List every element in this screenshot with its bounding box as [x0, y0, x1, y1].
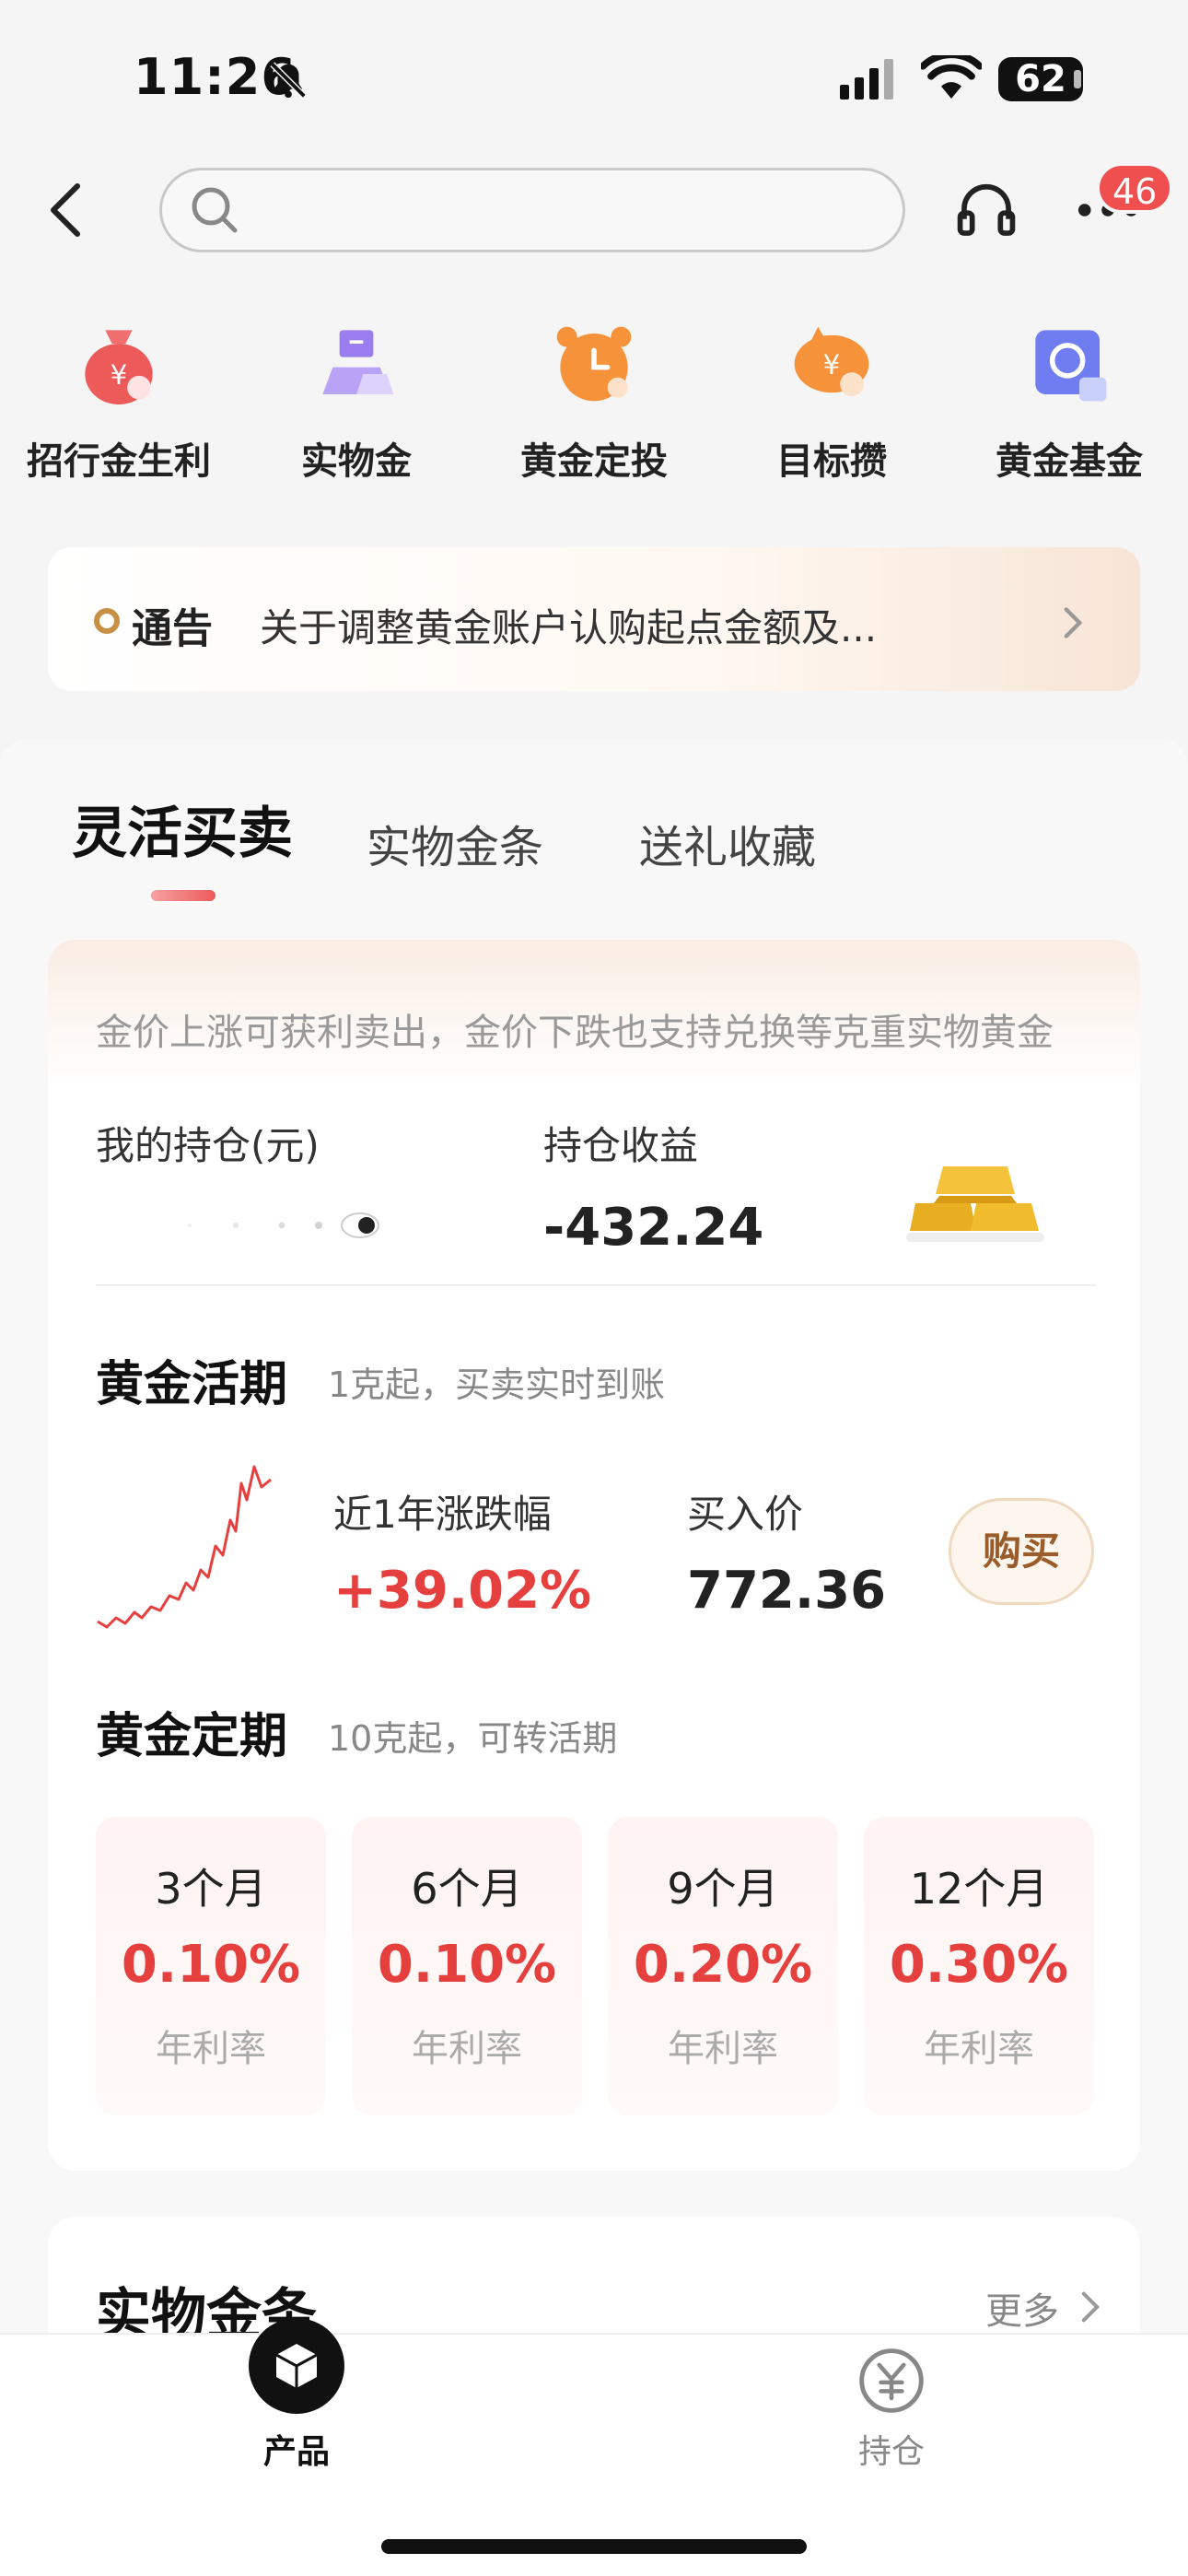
divider — [96, 1284, 1096, 1286]
demand-gold-subtitle: 1克起，买卖实时到账 — [328, 1364, 666, 1405]
term-period: 12个月 — [909, 1864, 1049, 1914]
piggy-bank-icon: ¥ — [794, 326, 869, 396]
product-box-icon[interactable] — [249, 2318, 344, 2414]
price-value: 772.36 — [687, 1561, 887, 1621]
headset-icon[interactable] — [954, 179, 1019, 243]
hidden-amount-eye-icon[interactable] — [181, 1207, 392, 1244]
tab-flex-trade[interactable]: 灵活买卖 — [72, 789, 293, 869]
gold-bar-icon — [322, 330, 394, 394]
term-option-6m[interactable]: 6个月 0.10% 年利率 — [352, 1817, 582, 2115]
term-rate-label: 年利率 — [412, 2028, 522, 2070]
svg-text:¥: ¥ — [823, 349, 841, 381]
wifi-icon — [921, 55, 982, 99]
buy-button[interactable]: 购买 — [949, 1498, 1094, 1605]
term-option-3m[interactable]: 3个月 0.10% 年利率 — [96, 1817, 326, 2115]
bell-muted-icon — [270, 62, 307, 99]
svg-text:¥: ¥ — [111, 359, 128, 391]
battery-indicator: 62 — [998, 57, 1083, 101]
quick-entry-label: 实物金 — [301, 440, 412, 483]
home-indicator — [381, 2539, 807, 2554]
quick-entry-label: 黄金基金 — [996, 440, 1143, 483]
term-option-9m[interactable]: 9个月 0.20% 年利率 — [608, 1817, 838, 2115]
term-rate: 0.10% — [377, 1935, 557, 1995]
card-description: 金价上涨可获利卖出，金价下跌也支持兑换等克重实物黄金 — [96, 1012, 1054, 1054]
term-rate: 0.30% — [889, 1935, 1069, 1995]
term-rate: 0.20% — [633, 1935, 813, 1995]
chevron-right-icon — [1064, 607, 1083, 638]
quick-entry-label: 目标攒 — [776, 440, 887, 483]
profit-label: 持仓收益 — [543, 1123, 699, 1168]
demand-gold-title: 黄金活期 — [96, 1357, 288, 1412]
tab-physical-bars[interactable]: 实物金条 — [367, 811, 543, 875]
chevron-right-icon — [1081, 2291, 1101, 2323]
price-trend-sparkline — [97, 1465, 272, 1629]
quick-entry-label: 招行金生利 — [27, 440, 211, 483]
term-rate-label: 年利率 — [668, 2028, 778, 2070]
change-label: 近1年涨跌幅 — [333, 1492, 552, 1537]
change-value: +39.02% — [333, 1561, 592, 1621]
cellular-signal-icon — [840, 59, 893, 100]
term-gold-title: 黄金定期 — [96, 1709, 288, 1764]
notice-dot-icon — [94, 608, 120, 634]
term-rate-label: 年利率 — [924, 2028, 1034, 2070]
tab-active-indicator — [151, 890, 215, 901]
alarm-clock-icon — [556, 326, 632, 402]
notice-text: 关于调整黄金账户认购起点金额及... — [260, 605, 878, 650]
term-period: 3个月 — [155, 1864, 267, 1914]
quick-entry-physical-gold[interactable]: 实物金 — [238, 313, 475, 488]
battery-cap — [1074, 70, 1081, 88]
quick-entry-jinshengli[interactable]: ¥ 招行金生利 — [0, 313, 238, 488]
notification-badge: 46 — [1096, 162, 1174, 214]
term-rate: 0.10% — [121, 1935, 301, 1995]
term-rate-label: 年利率 — [156, 2028, 266, 2070]
term-period: 6个月 — [411, 1864, 523, 1914]
holdings-yuan-icon[interactable] — [856, 2346, 926, 2416]
search-input[interactable] — [159, 168, 905, 252]
gold-bars-icon — [906, 1166, 1044, 1242]
profit-value: -432.24 — [543, 1198, 764, 1258]
tab-gift-collection[interactable]: 送礼收藏 — [639, 811, 816, 875]
price-label: 买入价 — [687, 1492, 804, 1537]
quick-entry-auto-invest[interactable]: 黄金定投 — [475, 313, 713, 488]
search-icon — [192, 187, 238, 233]
nav-holdings-label[interactable]: 持仓 — [858, 2425, 925, 2473]
holding-label: 我的持仓(元) — [96, 1123, 320, 1168]
more-link[interactable]: 更多 — [985, 2281, 1059, 2335]
term-period: 9个月 — [667, 1864, 779, 1914]
fund-box-icon — [1035, 330, 1107, 402]
term-option-12m[interactable]: 12个月 0.30% 年利率 — [864, 1817, 1094, 2115]
quick-entry-gold-fund[interactable]: 黄金基金 — [950, 313, 1188, 488]
money-bag-icon: ¥ — [85, 330, 153, 404]
notice-tag: 通告 — [132, 605, 213, 652]
quick-entry-target-save[interactable]: ¥ 目标攒 — [713, 313, 950, 488]
nav-products-label[interactable]: 产品 — [263, 2425, 330, 2473]
term-gold-subtitle: 10克起，可转活期 — [328, 1718, 618, 1759]
back-arrow-icon[interactable] — [44, 181, 85, 240]
quick-entry-label: 黄金定投 — [520, 440, 668, 483]
